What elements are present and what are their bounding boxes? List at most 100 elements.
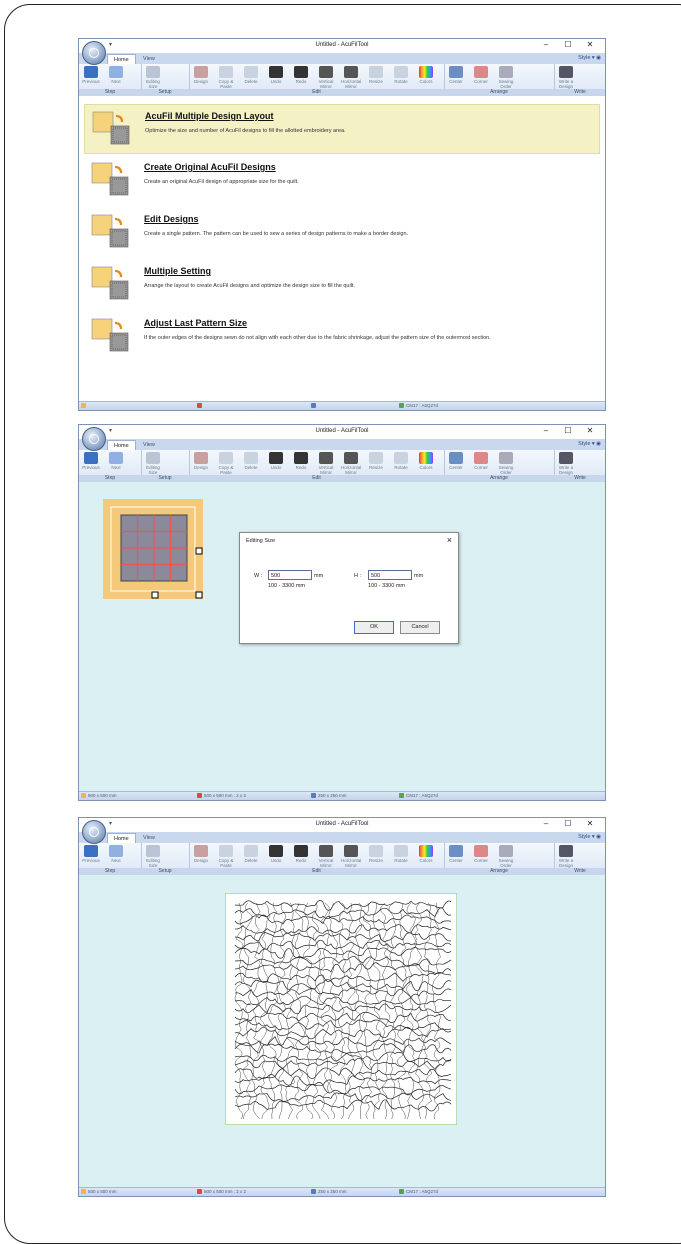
cancel-button[interactable]: Cancel xyxy=(400,621,440,634)
horizontal-mirror-button[interactable]: Horizontal Mirror xyxy=(341,452,361,475)
style-menu[interactable]: Style ▾ ◉ xyxy=(578,55,601,61)
ribbon-button-label: Redo xyxy=(295,858,307,863)
center-button[interactable]: Center xyxy=(446,452,466,470)
menu-item-create-original-acufil-designs[interactable]: Create Original AcuFil Designs Create an … xyxy=(84,156,600,206)
copy-paste-button[interactable]: Copy & Paste xyxy=(216,452,236,475)
dialog-close-button[interactable]: × xyxy=(447,535,452,545)
redo-button[interactable]: Redo xyxy=(291,66,311,84)
dialog-title: Editing Size xyxy=(246,538,276,544)
previous-icon xyxy=(84,452,98,464)
write-a-design-button[interactable]: Write a Design xyxy=(556,452,576,475)
menu-item-title: Edit Designs xyxy=(144,214,199,224)
style-menu[interactable]: Style ▾ ◉ xyxy=(578,834,601,840)
sewing-order-button[interactable]: Sewing Order xyxy=(496,66,516,89)
tab-view[interactable]: View xyxy=(137,833,161,843)
delete-button[interactable]: Delete xyxy=(241,845,261,863)
menu-item-multiple-setting[interactable]: Multiple Setting Arrange the layout to cr… xyxy=(84,260,600,310)
maximize-button[interactable]: ☐ xyxy=(557,40,579,49)
design-icon xyxy=(194,845,208,857)
design-canvas[interactable] xyxy=(79,875,605,1188)
tab-view[interactable]: View xyxy=(137,54,161,64)
next-button[interactable]: Next xyxy=(106,845,126,863)
design-button[interactable]: Design xyxy=(191,845,211,863)
corner-button[interactable]: Corner xyxy=(471,452,491,470)
copy-paste-button[interactable]: Copy & Paste xyxy=(216,845,236,868)
write-a-design-button[interactable]: Write a Design xyxy=(556,845,576,868)
window-controls: – ☐ ✕ xyxy=(535,819,601,828)
ribbon-button-label: Colors xyxy=(419,858,433,863)
acufil-window-menu: ▾ Untitled - AcuFilTool – ☐ ✕ Home View Style ▾… xyxy=(78,38,606,411)
sewing-order-button[interactable]: Sewing Order xyxy=(496,845,516,868)
previous-button[interactable]: Previous xyxy=(81,845,101,863)
editing-size-button[interactable]: Editing Size xyxy=(143,66,163,89)
rotate-button[interactable]: Rotate xyxy=(391,66,411,84)
redo-button[interactable]: Redo xyxy=(291,452,311,470)
application-menu-orb[interactable] xyxy=(82,427,106,451)
corner-button[interactable]: Corner xyxy=(471,66,491,84)
editing-size-button[interactable]: Editing Size xyxy=(143,452,163,475)
rotate-button[interactable]: Rotate xyxy=(391,845,411,863)
maximize-button[interactable]: ☐ xyxy=(557,426,579,435)
resize-button[interactable]: Resize xyxy=(366,66,386,84)
corner-button[interactable]: Corner xyxy=(471,845,491,863)
maximize-button[interactable]: ☐ xyxy=(557,819,579,828)
resize-icon xyxy=(369,66,383,78)
sewing-order-button[interactable]: Sewing Order xyxy=(496,452,516,475)
minimize-button[interactable]: – xyxy=(535,426,557,435)
application-menu-orb[interactable] xyxy=(82,820,106,844)
copy-paste-icon xyxy=(219,66,233,78)
undo-button[interactable]: Undo xyxy=(266,845,286,863)
ribbon-group-write: Write Write a Design xyxy=(554,450,605,482)
close-button[interactable]: ✕ xyxy=(579,426,601,435)
rotate-button[interactable]: Rotate xyxy=(391,452,411,470)
menu-item-adjust-last-pattern-size[interactable]: Adjust Last Pattern Size If the outer edg… xyxy=(84,312,600,362)
previous-button[interactable]: Previous xyxy=(81,66,101,84)
next-button[interactable]: Next xyxy=(106,66,126,84)
colors-button[interactable]: Colors xyxy=(416,845,436,863)
ribbon-button-label: Vertical Mirror xyxy=(318,79,334,89)
horizontal-mirror-button[interactable]: Horizontal Mirror xyxy=(341,66,361,89)
vertical-mirror-button[interactable]: Vertical Mirror xyxy=(316,66,336,89)
undo-button[interactable]: Undo xyxy=(266,452,286,470)
undo-button[interactable]: Undo xyxy=(266,66,286,84)
previous-button[interactable]: Previous xyxy=(81,452,101,470)
editing-size-button[interactable]: Editing Size xyxy=(143,845,163,868)
menu-item-icon xyxy=(91,318,129,352)
minimize-button[interactable]: – xyxy=(535,40,557,49)
colors-button[interactable]: Colors xyxy=(416,452,436,470)
minimize-button[interactable]: – xyxy=(535,819,557,828)
close-button[interactable]: ✕ xyxy=(579,819,601,828)
status-bar: 500 x 500 mm 500 x 500 mm : 2 x 2 250 x 25… xyxy=(79,1187,605,1196)
close-button[interactable]: ✕ xyxy=(579,40,601,49)
ribbon-group-label: Step xyxy=(79,868,141,875)
rotate-icon xyxy=(394,845,408,857)
vertical-mirror-button[interactable]: Vertical Mirror xyxy=(316,452,336,475)
next-button[interactable]: Next xyxy=(106,452,126,470)
menu-item-edit-designs[interactable]: Edit Designs Create a single pattern. The… xyxy=(84,208,600,258)
resize-button[interactable]: Resize xyxy=(366,845,386,863)
horizontal-mirror-button[interactable]: Horizontal Mirror xyxy=(341,845,361,868)
tab-view[interactable]: View xyxy=(137,440,161,450)
delete-button[interactable]: Delete xyxy=(241,452,261,470)
design-button[interactable]: Design xyxy=(191,452,211,470)
redo-button[interactable]: Redo xyxy=(291,845,311,863)
write-a-design-button[interactable]: Write a Design xyxy=(556,66,576,89)
height-field[interactable]: 500 xyxy=(368,570,412,580)
center-button[interactable]: Center xyxy=(446,66,466,84)
resize-button[interactable]: Resize xyxy=(366,452,386,470)
style-menu[interactable]: Style ▾ ◉ xyxy=(578,441,601,447)
design-icon xyxy=(194,452,208,464)
ribbon-group-label: Edit xyxy=(189,475,444,482)
colors-button[interactable]: Colors xyxy=(416,66,436,84)
delete-button[interactable]: Delete xyxy=(241,66,261,84)
center-button[interactable]: Center xyxy=(446,845,466,863)
copy-paste-button[interactable]: Copy & Paste xyxy=(216,66,236,89)
application-menu-orb[interactable] xyxy=(82,41,106,65)
width-unit: mm xyxy=(314,573,324,579)
design-button[interactable]: Design xyxy=(191,66,211,84)
design-canvas[interactable]: Editing Size × W :500 mm 100 - 3300 mm H :500… xyxy=(79,482,605,792)
width-field[interactable]: 500 xyxy=(268,570,312,580)
menu-item-acufil-multiple-design-layout[interactable]: AcuFil Multiple Design Layout Optimize th… xyxy=(84,104,600,154)
vertical-mirror-button[interactable]: Vertical Mirror xyxy=(316,845,336,868)
ok-button[interactable]: OK xyxy=(354,621,394,634)
